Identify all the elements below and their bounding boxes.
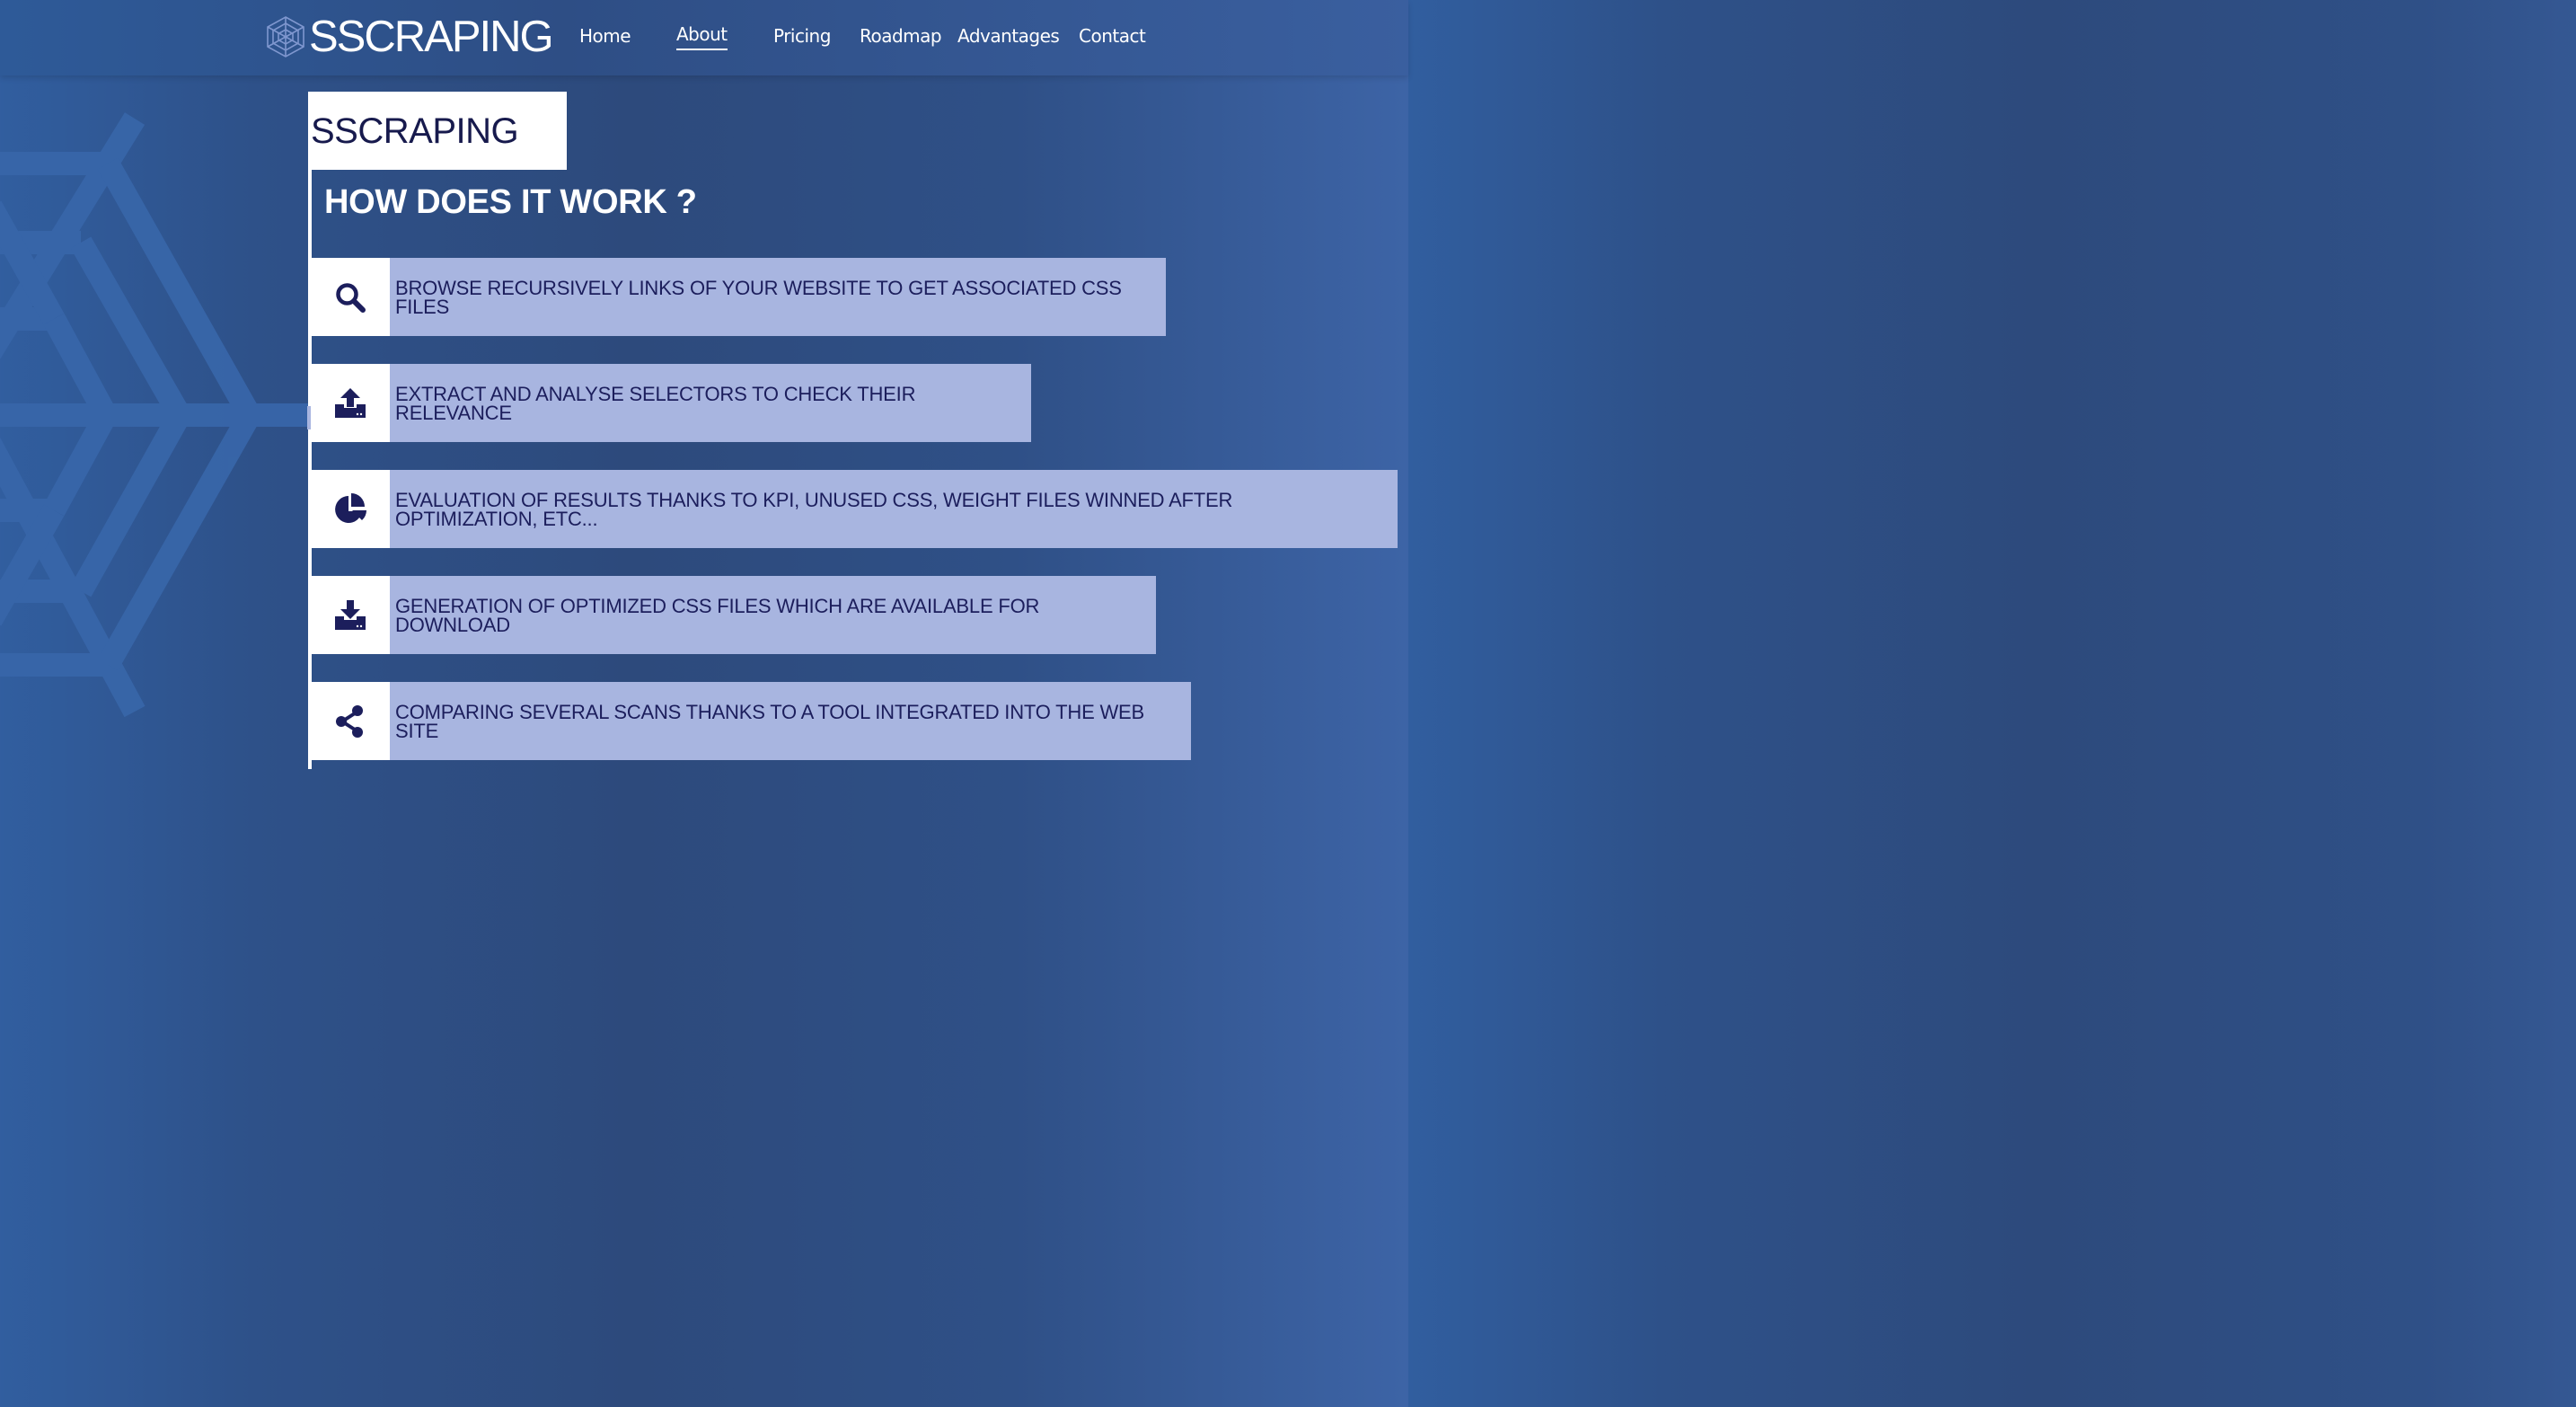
step-text: GENERATION OF OPTIMIZED CSS FILES WHICH … (390, 576, 1156, 654)
step-item: BROWSE RECURSIVELY LINKS OF YOUR WEBSITE… (311, 258, 1166, 336)
step-item: COMPARING SEVERAL SCANS THANKS TO A TOOL… (311, 682, 1191, 760)
step-item: GENERATION OF OPTIMIZED CSS FILES WHICH … (311, 576, 1156, 654)
step-item: EXTRACT AND ANALYSE SELECTORS TO CHECK T… (311, 364, 1031, 442)
nav-pricing[interactable]: Pricing (773, 25, 831, 47)
page-title: SSCRAPING (311, 111, 519, 151)
download-icon (335, 599, 366, 630)
step-text: EVALUATION OF RESULTS THANKS TO KPI, UNU… (390, 470, 1398, 548)
pie-chart-icon (335, 492, 366, 523)
brand-logo[interactable]: SSCRAPING (264, 13, 554, 61)
step-item: EVALUATION OF RESULTS THANKS TO KPI, UNU… (311, 470, 1398, 548)
search-icon (336, 282, 366, 313)
step-text: BROWSE RECURSIVELY LINKS OF YOUR WEBSITE… (390, 258, 1166, 336)
spider-web-icon (267, 16, 304, 58)
upload-icon (335, 387, 366, 418)
section-heading: HOW DOES IT WORK ? (324, 183, 697, 221)
logo-text: SSCRAPING (309, 13, 554, 61)
share-icon (336, 704, 363, 738)
nav-advantages[interactable]: Advantages (957, 25, 1060, 47)
step-text: EXTRACT AND ANALYSE SELECTORS TO CHECK T… (390, 364, 1031, 442)
nav-contact[interactable]: Contact (1079, 25, 1146, 47)
nav-roadmap[interactable]: Roadmap (860, 25, 942, 47)
step-text: COMPARING SEVERAL SCANS THANKS TO A TOOL… (390, 682, 1191, 760)
page-title-box: SSCRAPING (308, 92, 567, 170)
connector-nub (307, 406, 311, 429)
nav-home[interactable]: Home (579, 25, 631, 47)
nav-about[interactable]: About (676, 23, 728, 50)
top-navbar: SSCRAPING Home About Pricing Roadmap Adv… (0, 0, 1408, 75)
